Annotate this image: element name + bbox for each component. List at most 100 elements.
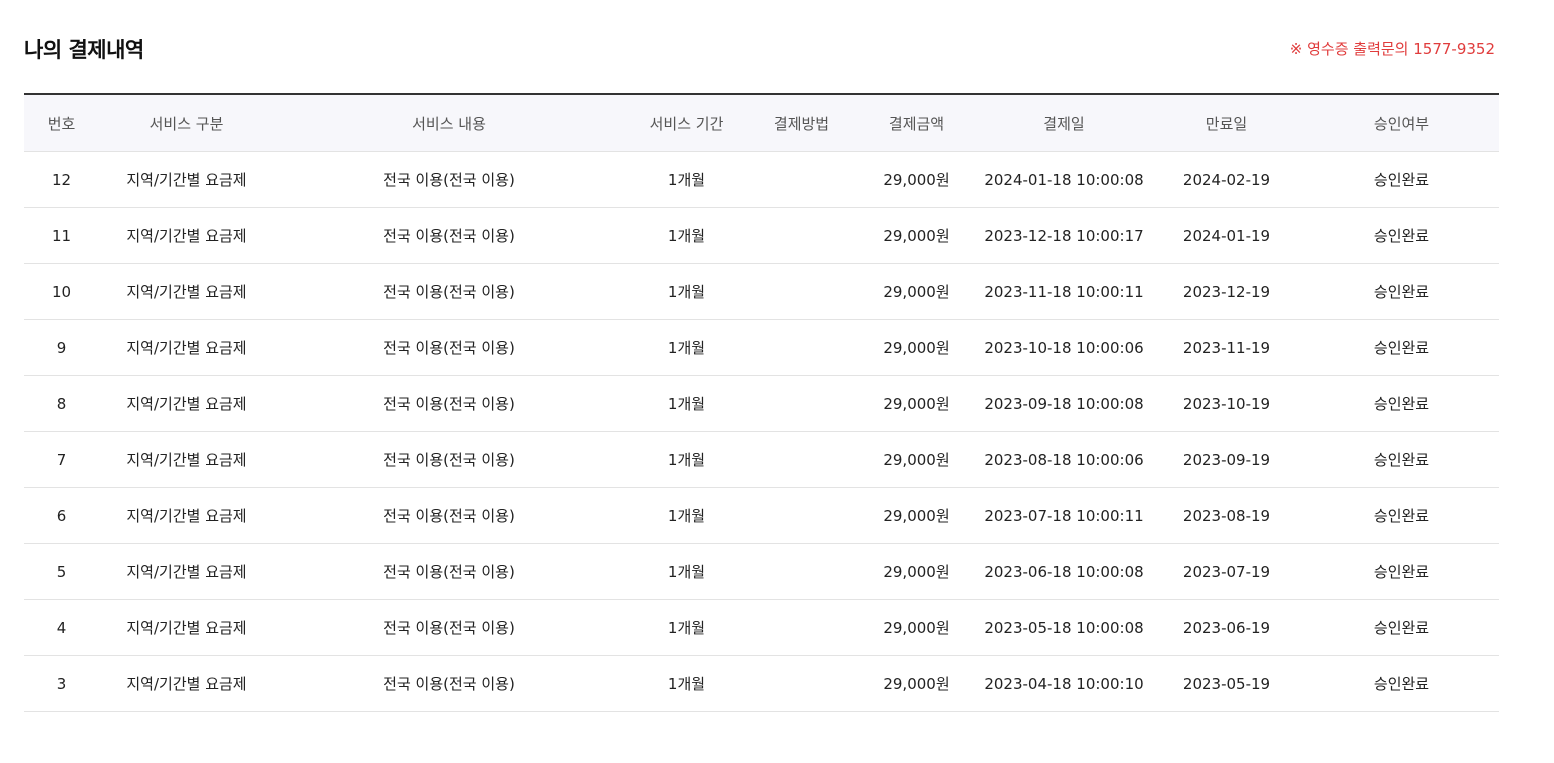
cell-amount: 29,000원: [854, 431, 979, 488]
cell-service-type: 지역/기간별 요금제: [99, 431, 274, 488]
cell-service-period: 1개월: [624, 375, 749, 432]
cell-amount: 29,000원: [854, 319, 979, 376]
cell-payment-date: 2023-12-18 10:00:17: [979, 207, 1149, 264]
cell-approval-status: 승인완료: [1304, 319, 1499, 376]
cell-payment-method: [749, 599, 854, 656]
cell-service-content: 전국 이용(전국 이용): [274, 431, 624, 488]
cell-approval-status: 승인완료: [1304, 207, 1499, 264]
table-row: 12 지역/기간별 요금제 전국 이용(전국 이용) 1개월 29,000원 2024-0…: [24, 151, 1499, 208]
column-header-amount: 결제금액: [854, 94, 979, 152]
cell-payment-date: 2023-04-18 10:00:10: [979, 655, 1149, 712]
cell-service-period: 1개월: [624, 319, 749, 376]
cell-amount: 29,000원: [854, 487, 979, 544]
cell-amount: 29,000원: [854, 655, 979, 712]
cell-service-period: 1개월: [624, 487, 749, 544]
cell-service-type: 지역/기간별 요금제: [99, 655, 274, 712]
cell-service-content: 전국 이용(전국 이용): [274, 151, 624, 208]
table-row: 9 지역/기간별 요금제 전국 이용(전국 이용) 1개월 29,000원 2023-10…: [24, 319, 1499, 376]
cell-expiry-date: 2023-06-19: [1149, 599, 1304, 656]
cell-service-period: 1개월: [624, 151, 749, 208]
cell-service-period: 1개월: [624, 207, 749, 264]
table-row: 10 지역/기간별 요금제 전국 이용(전국 이용) 1개월 29,000원 2023-1…: [24, 263, 1499, 320]
cell-expiry-date: 2024-01-19: [1149, 207, 1304, 264]
cell-payment-method: [749, 375, 854, 432]
cell-approval-status: 승인완료: [1304, 375, 1499, 432]
page-header: 나의 결제내역 ※ 영수증 출력문의 1577-9352: [24, 30, 1499, 70]
payment-history-table: 번호 서비스 구분 서비스 내용 서비스 기간 결제방법 결제금액 결제일 만료…: [24, 93, 1499, 712]
cell-payment-method: [749, 431, 854, 488]
table-row: 4 지역/기간별 요금제 전국 이용(전국 이용) 1개월 29,000원 2023-05…: [24, 599, 1499, 656]
page-title: 나의 결제내역: [24, 38, 144, 62]
cell-payment-method: [749, 655, 854, 712]
cell-number: 9: [24, 319, 99, 376]
cell-number: 5: [24, 543, 99, 600]
cell-service-type: 지역/기간별 요금제: [99, 319, 274, 376]
cell-service-type: 지역/기간별 요금제: [99, 599, 274, 656]
cell-service-content: 전국 이용(전국 이용): [274, 487, 624, 544]
cell-amount: 29,000원: [854, 151, 979, 208]
cell-approval-status: 승인완료: [1304, 599, 1499, 656]
cell-number: 10: [24, 263, 99, 320]
cell-payment-method: [749, 263, 854, 320]
cell-amount: 29,000원: [854, 207, 979, 264]
cell-number: 8: [24, 375, 99, 432]
cell-number: 3: [24, 655, 99, 712]
table-row: 3 지역/기간별 요금제 전국 이용(전국 이용) 1개월 29,000원 2023-04…: [24, 655, 1499, 712]
table-row: 6 지역/기간별 요금제 전국 이용(전국 이용) 1개월 29,000원 2023-07…: [24, 487, 1499, 544]
cell-payment-method: [749, 319, 854, 376]
cell-service-content: 전국 이용(전국 이용): [274, 375, 624, 432]
cell-service-period: 1개월: [624, 599, 749, 656]
cell-expiry-date: 2023-07-19: [1149, 543, 1304, 600]
header-row: 번호 서비스 구분 서비스 내용 서비스 기간 결제방법 결제금액 결제일 만료…: [24, 94, 1499, 152]
cell-amount: 29,000원: [854, 599, 979, 656]
cell-approval-status: 승인완료: [1304, 431, 1499, 488]
table-row: 11 지역/기간별 요금제 전국 이용(전국 이용) 1개월 29,000원 2023-1…: [24, 207, 1499, 264]
cell-service-type: 지역/기간별 요금제: [99, 263, 274, 320]
cell-number: 4: [24, 599, 99, 656]
cell-service-type: 지역/기간별 요금제: [99, 375, 274, 432]
cell-payment-date: 2023-09-18 10:00:08: [979, 375, 1149, 432]
column-header-number: 번호: [24, 94, 99, 152]
cell-service-period: 1개월: [624, 543, 749, 600]
cell-approval-status: 승인완료: [1304, 655, 1499, 712]
cell-service-content: 전국 이용(전국 이용): [274, 655, 624, 712]
cell-expiry-date: 2023-11-19: [1149, 319, 1304, 376]
cell-number: 12: [24, 151, 99, 208]
receipt-inquiry-notice: ※ 영수증 출력문의 1577-9352: [1289, 40, 1495, 58]
cell-payment-date: 2024-01-18 10:00:08: [979, 151, 1149, 208]
cell-approval-status: 승인완료: [1304, 263, 1499, 320]
cell-approval-status: 승인완료: [1304, 543, 1499, 600]
cell-payment-date: 2023-08-18 10:00:06: [979, 431, 1149, 488]
column-header-payment-date: 결제일: [979, 94, 1149, 152]
cell-number: 7: [24, 431, 99, 488]
cell-approval-status: 승인완료: [1304, 487, 1499, 544]
table-row: 8 지역/기간별 요금제 전국 이용(전국 이용) 1개월 29,000원 2023-09…: [24, 375, 1499, 432]
cell-payment-method: [749, 207, 854, 264]
column-header-payment-method: 결제방법: [749, 94, 854, 152]
cell-payment-date: 2023-05-18 10:00:08: [979, 599, 1149, 656]
column-header-service-type: 서비스 구분: [99, 94, 274, 152]
table-header: 번호 서비스 구분 서비스 내용 서비스 기간 결제방법 결제금액 결제일 만료…: [24, 94, 1499, 152]
cell-payment-method: [749, 487, 854, 544]
cell-service-content: 전국 이용(전국 이용): [274, 599, 624, 656]
cell-expiry-date: 2023-09-19: [1149, 431, 1304, 488]
cell-service-type: 지역/기간별 요금제: [99, 151, 274, 208]
cell-expiry-date: 2023-08-19: [1149, 487, 1304, 544]
cell-expiry-date: 2023-05-19: [1149, 655, 1304, 712]
cell-service-content: 전국 이용(전국 이용): [274, 319, 624, 376]
cell-service-period: 1개월: [624, 263, 749, 320]
cell-service-content: 전국 이용(전국 이용): [274, 207, 624, 264]
cell-service-type: 지역/기간별 요금제: [99, 487, 274, 544]
cell-number: 6: [24, 487, 99, 544]
cell-payment-date: 2023-06-18 10:00:08: [979, 543, 1149, 600]
cell-service-content: 전국 이용(전국 이용): [274, 543, 624, 600]
cell-payment-date: 2023-07-18 10:00:11: [979, 487, 1149, 544]
cell-number: 11: [24, 207, 99, 264]
cell-service-type: 지역/기간별 요금제: [99, 207, 274, 264]
table-body: 12 지역/기간별 요금제 전국 이용(전국 이용) 1개월 29,000원 2024-0…: [24, 151, 1499, 712]
cell-payment-date: 2023-11-18 10:00:11: [979, 263, 1149, 320]
cell-expiry-date: 2024-02-19: [1149, 151, 1304, 208]
cell-approval-status: 승인완료: [1304, 151, 1499, 208]
cell-service-period: 1개월: [624, 655, 749, 712]
cell-amount: 29,000원: [854, 375, 979, 432]
